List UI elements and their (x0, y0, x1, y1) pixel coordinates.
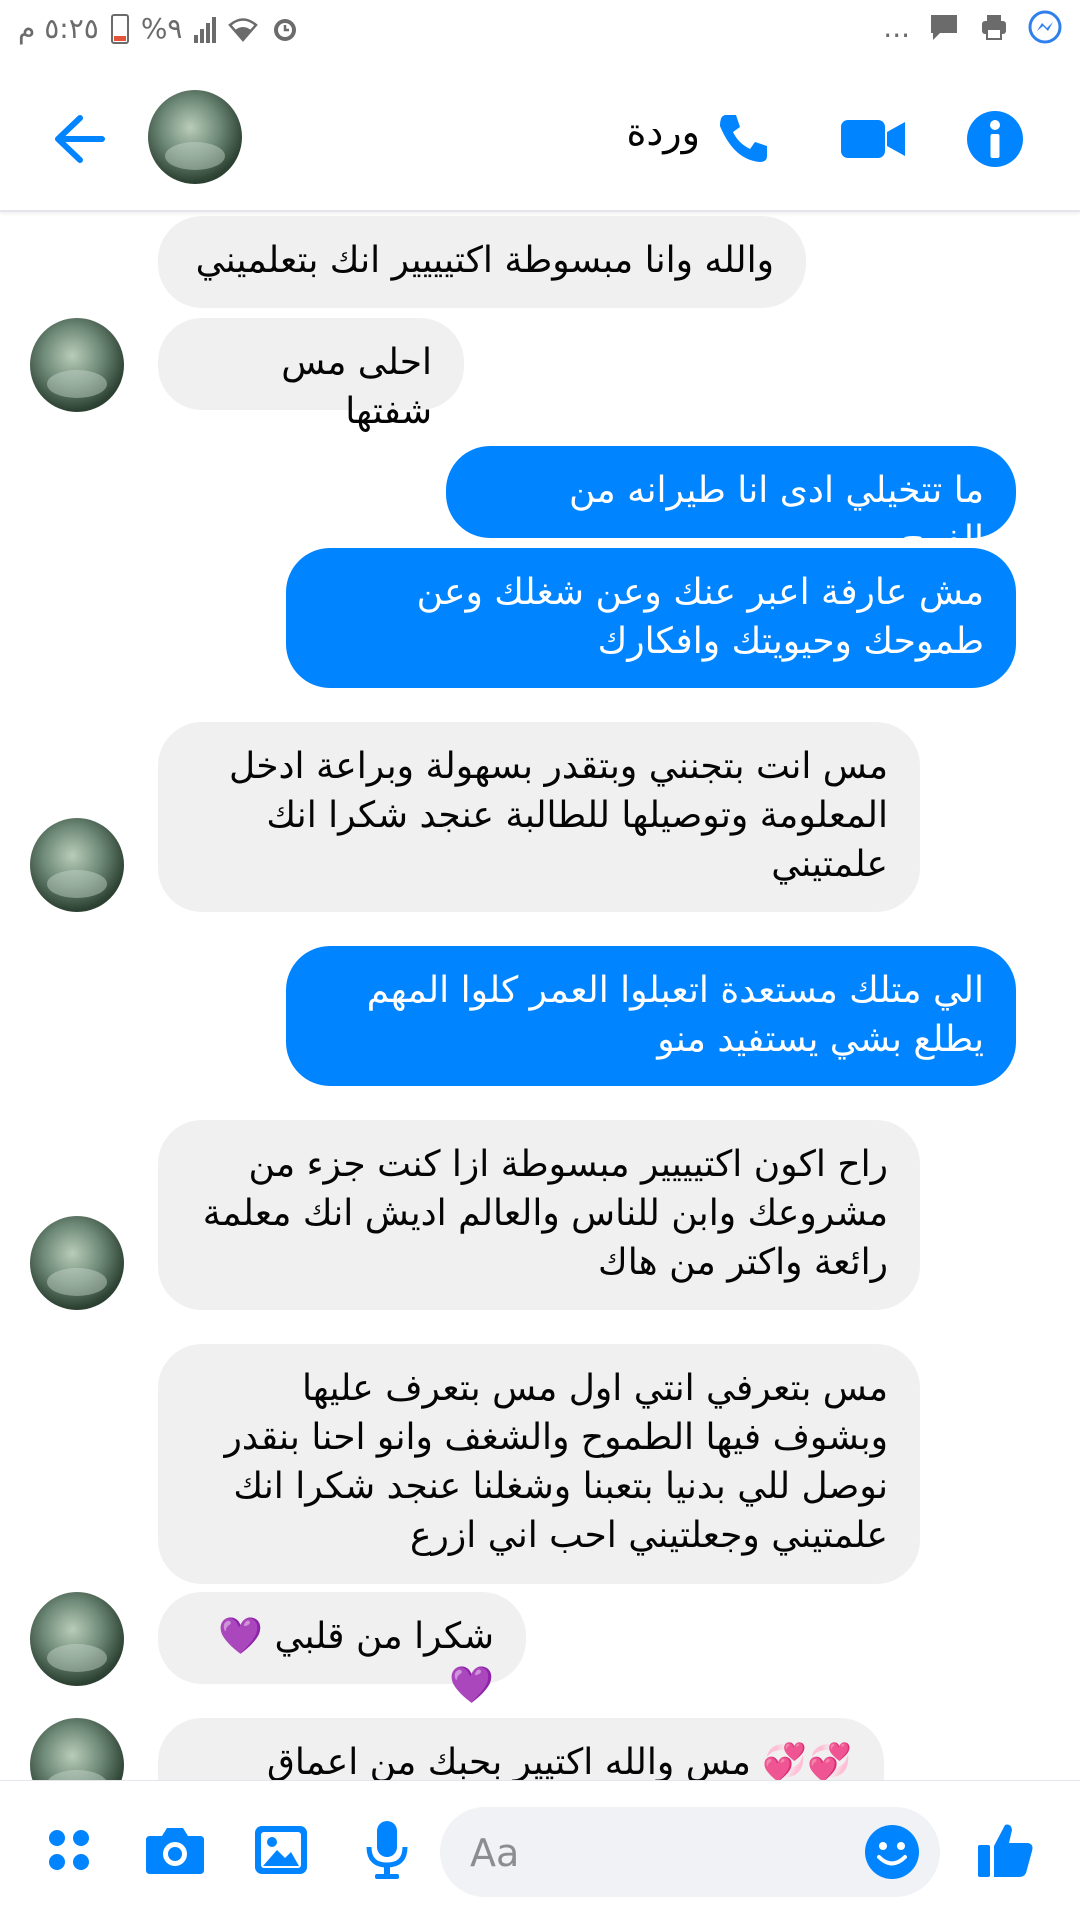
conversation-header: وردة (0, 64, 1080, 212)
gallery-button[interactable] (246, 1815, 316, 1885)
printer-icon (982, 15, 1006, 40)
clock-text: ٥:٢٥ م (18, 12, 99, 45)
voice-button[interactable] (352, 1815, 422, 1885)
call-button[interactable] (706, 102, 780, 176)
more-apps-button[interactable] (34, 1815, 104, 1885)
back-arrow-icon[interactable] (40, 104, 110, 174)
message-composer (0, 1780, 1080, 1921)
message-bubble[interactable]: الي متلك مستعدة اتعبلوا العمر كلوا المهم… (286, 946, 1016, 1086)
sender-avatar[interactable] (30, 1216, 124, 1310)
info-icon (967, 111, 1023, 167)
more-apps-icon (49, 1830, 89, 1870)
status-right: ... (883, 10, 1062, 44)
chat-icon (931, 15, 957, 40)
status-bar: ٥:٢٥ م %٩ ... (0, 0, 1080, 64)
message-bubble[interactable]: مس انت بتجنني وبتقدر بسهولة وبراعة ادخل … (158, 722, 920, 912)
battery-icon (110, 13, 129, 44)
video-camera-icon (841, 120, 905, 158)
message-input-container (440, 1807, 940, 1899)
signal-icon (194, 15, 217, 43)
message-bubble[interactable]: ما تتخيلي ادى انا طيرانه من الفرح (446, 446, 1016, 560)
sender-avatar[interactable] (30, 818, 124, 912)
sender-avatar[interactable] (30, 318, 124, 412)
microphone-icon (366, 1821, 408, 1879)
message-bubble[interactable]: مش عارفة اعبر عنك وعن شغلك وعن طموحك وحي… (286, 548, 1016, 688)
wifi-icon (228, 17, 259, 42)
camera-icon (146, 1828, 204, 1874)
info-button[interactable] (958, 102, 1032, 176)
contact-name[interactable]: وردة (560, 110, 700, 154)
message-input[interactable] (468, 1807, 852, 1899)
like-button[interactable] (970, 1815, 1040, 1885)
thumbs-up-icon (978, 1824, 1033, 1877)
message-bubble[interactable]: شكرا من قلبي 💜💜 (158, 1592, 526, 1706)
alarm-icon (274, 18, 297, 41)
message-bubble[interactable]: مس بتعرفي انتي اول مس بتعرف عليها وبشوف … (158, 1344, 920, 1584)
message-bubble[interactable]: والله وانا مبسوطة اكتيييير انك بتعلميني (158, 216, 806, 308)
phone-icon (720, 115, 767, 162)
gallery-icon (255, 1826, 307, 1874)
battery-percent: %٩ (140, 12, 183, 45)
emoji-icon[interactable] (862, 1822, 922, 1882)
contact-avatar[interactable] (148, 90, 242, 184)
message-bubble[interactable]: احلى مس شفتها (158, 318, 464, 432)
messenger-notification-icon (1028, 10, 1062, 44)
message-bubble[interactable]: راح اكون اكتيييير مبسوطة ازا كنت جزء من … (158, 1120, 920, 1310)
status-left: ٥:٢٥ م %٩ (18, 12, 300, 45)
sender-avatar[interactable] (30, 1592, 124, 1686)
camera-button[interactable] (140, 1815, 210, 1885)
video-call-button[interactable] (836, 102, 910, 176)
message-bubble[interactable]: 💞💞 مس والله اكتيير بحبك من اعماق قلبي (158, 1718, 884, 1780)
overflow-dots: ... (883, 10, 910, 44)
